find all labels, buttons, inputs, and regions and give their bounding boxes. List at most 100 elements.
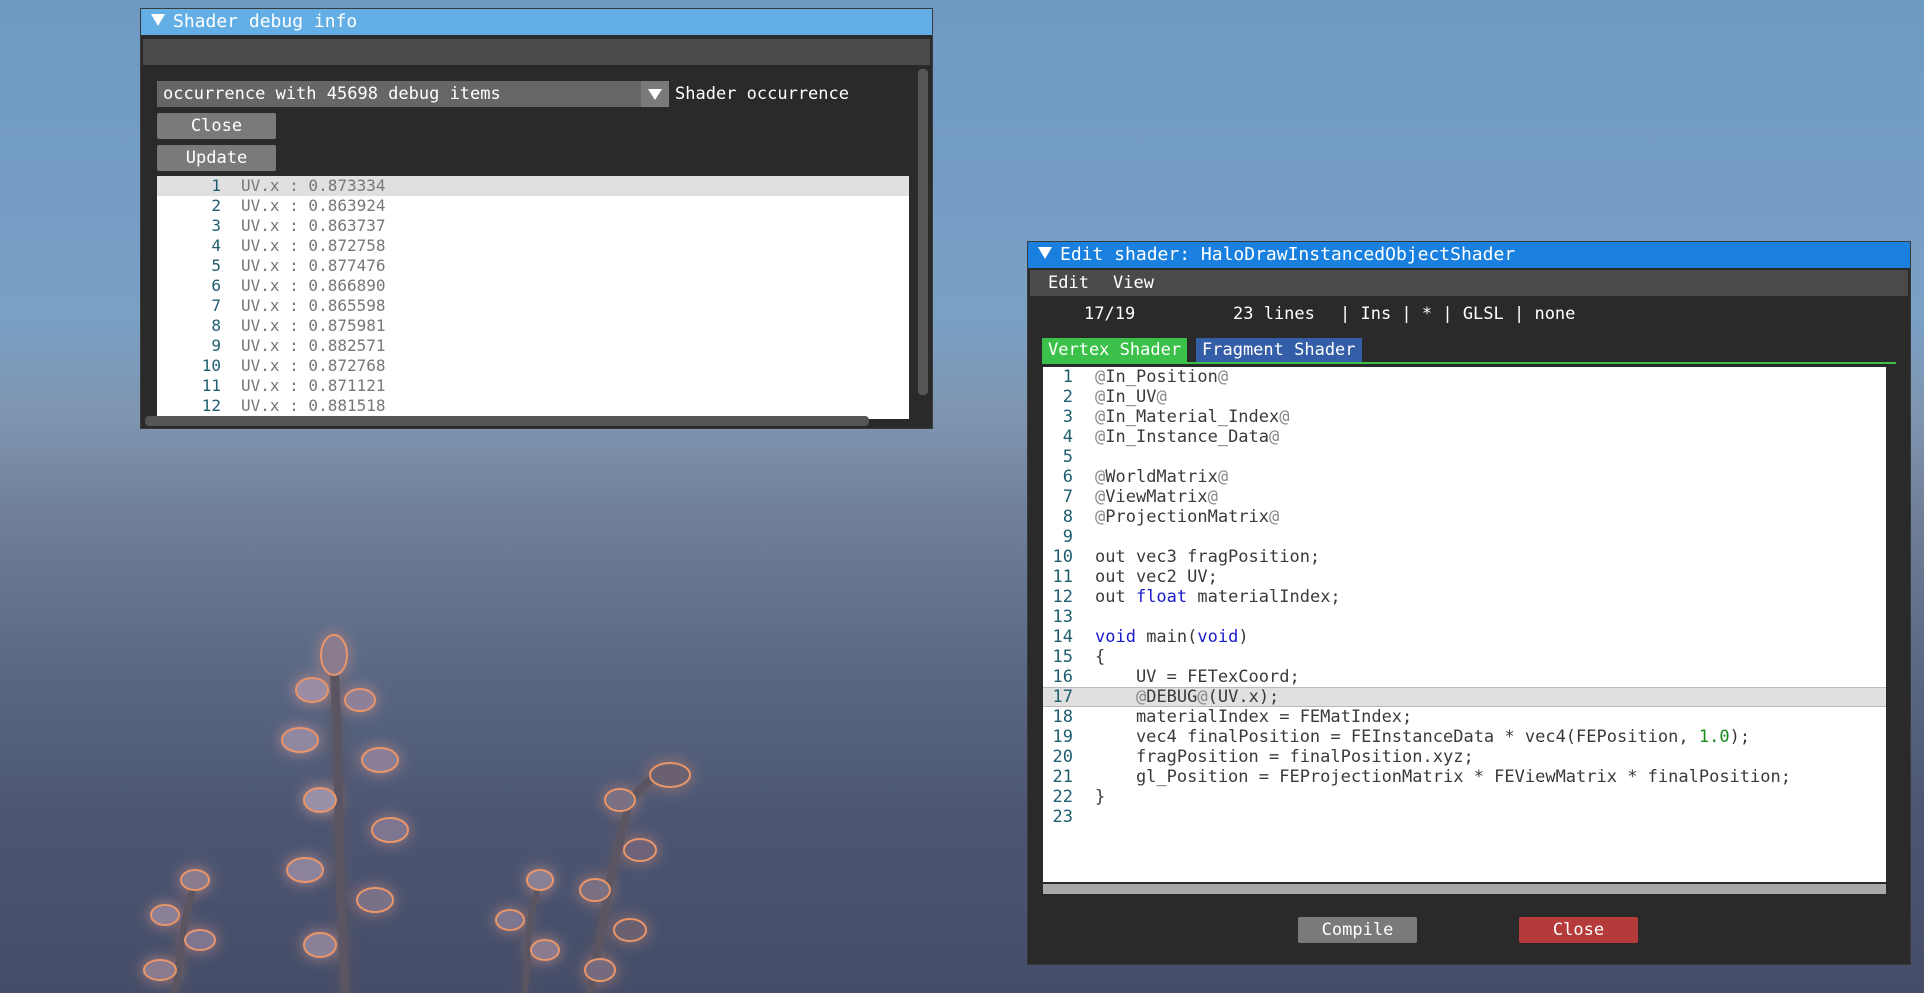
code-line[interactable]: 16 UV = FETexCoord;	[1043, 667, 1886, 687]
code-line[interactable]: 21 gl_Position = FEProjectionMatrix * FE…	[1043, 767, 1886, 787]
line-count: 23 lines	[1233, 304, 1315, 324]
code-line[interactable]: 2 @In_UV@	[1043, 387, 1886, 407]
code-text: @WorldMatrix@	[1095, 467, 1229, 487]
vertical-scrollbar[interactable]	[918, 69, 928, 395]
code-line[interactable]: 10 out vec3 fragPosition;	[1043, 547, 1886, 567]
code-text: @In_UV@	[1095, 387, 1167, 407]
line-number: 23	[1052, 807, 1073, 827]
line-number: 20	[1052, 747, 1073, 767]
tab-fragment-shader[interactable]: Fragment Shader	[1196, 338, 1362, 362]
code-line[interactable]: 18 materialIndex = FEMatIndex;	[1043, 707, 1886, 727]
code-line[interactable]: 6 @WorldMatrix@	[1043, 467, 1886, 487]
line-number: 19	[1052, 727, 1073, 747]
list-item[interactable]: 11 UV.x : 0.871121	[157, 376, 909, 396]
editor-mode-status: | Ins | * | GLSL | none	[1340, 304, 1576, 324]
code-line[interactable]: 9	[1043, 527, 1886, 547]
line-number: 13	[1052, 607, 1073, 627]
list-item[interactable]: 8 UV.x : 0.875981	[157, 316, 909, 336]
compile-button[interactable]: Compile	[1298, 917, 1417, 943]
code-text: }	[1095, 787, 1106, 807]
code-line[interactable]: 14 void main(void)	[1043, 627, 1886, 647]
line-number: 6	[1062, 467, 1073, 487]
line-number: 12	[1052, 587, 1073, 607]
list-item[interactable]: 4 UV.x : 0.872758	[157, 236, 909, 256]
code-text: out vec2 UV;	[1095, 567, 1218, 587]
editor-window-title: Edit shader: HaloDrawInstancedObjectShad…	[1060, 244, 1516, 265]
shader-debug-window: Shader debug info occurrence with 45698 …	[141, 9, 932, 428]
update-button[interactable]: Update	[157, 145, 276, 171]
code-line[interactable]: 11 out vec2 UV;	[1043, 567, 1886, 587]
line-number: 14	[1052, 627, 1073, 647]
code-text: materialIndex = FEMatIndex;	[1095, 707, 1413, 727]
debug-window-title: Shader debug info	[173, 11, 358, 32]
code-line[interactable]: 13	[1043, 607, 1886, 627]
collapse-triangle-icon[interactable]	[151, 14, 165, 26]
code-editor[interactable]: 1 @In_Position@ 2 @In_UV@ 3 @In_Material_Inde…	[1043, 367, 1886, 882]
line-number: 10	[1052, 547, 1073, 567]
code-text: void main(void)	[1095, 627, 1249, 647]
code-text: out vec3 fragPosition;	[1095, 547, 1321, 567]
code-line[interactable]: 3 @In_Material_Index@	[1043, 407, 1886, 427]
code-line[interactable]: 12 out float materialIndex;	[1043, 587, 1886, 607]
line-number: 18	[1052, 707, 1073, 727]
code-text: vec4 finalPosition = FEInstanceData * ve…	[1095, 727, 1751, 747]
line-number: 8	[1062, 507, 1073, 527]
close-button[interactable]: Close	[157, 113, 276, 139]
code-line[interactable]: 19 vec4 finalPosition = FEInstanceData *…	[1043, 727, 1886, 747]
horizontal-scrollbar[interactable]	[145, 416, 869, 426]
code-line[interactable]: 8 @ProjectionMatrix@	[1043, 507, 1886, 527]
line-number: 5	[1062, 447, 1073, 467]
code-text: @In_Material_Index@	[1095, 407, 1290, 427]
code-line[interactable]: 22}	[1043, 787, 1886, 807]
edit-shader-window: Edit shader: HaloDrawInstancedObjectShad…	[1028, 242, 1910, 964]
code-line[interactable]: 17 @DEBUG@(UV.x);	[1043, 687, 1886, 707]
editor-window-titlebar[interactable]: Edit shader: HaloDrawInstancedObjectShad…	[1028, 242, 1910, 268]
code-text: out float materialIndex;	[1095, 587, 1341, 607]
code-text: @In_Instance_Data@	[1095, 427, 1280, 447]
code-line[interactable]: 20 fragPosition = finalPosition.xyz;	[1043, 747, 1886, 767]
collapse-triangle-icon[interactable]	[1038, 247, 1052, 259]
tab-vertex-shader[interactable]: Vertex Shader	[1042, 338, 1188, 362]
cursor-position: 17/19	[1084, 304, 1136, 324]
close-editor-button[interactable]: Close	[1519, 917, 1638, 943]
menu-view[interactable]: View	[1113, 270, 1154, 296]
list-item[interactable]: 3 UV.x : 0.863737	[157, 216, 909, 236]
code-text: @ProjectionMatrix@	[1095, 507, 1280, 527]
line-number: 2	[1062, 387, 1073, 407]
chevron-down-icon	[648, 89, 662, 100]
occurrence-select[interactable]: occurrence with 45698 debug items	[157, 81, 669, 107]
debug-window-titlebar[interactable]: Shader debug info	[141, 9, 932, 35]
menu-bar: Edit View	[1030, 270, 1908, 296]
list-item[interactable]: 5 UV.x : 0.877476	[157, 256, 909, 276]
list-item[interactable]: 9 UV.x : 0.882571	[157, 336, 909, 356]
code-horizontal-scrollbar[interactable]	[1043, 884, 1886, 894]
code-text: UV = FETexCoord;	[1095, 667, 1300, 687]
list-item[interactable]: 1 UV.x : 0.873334	[157, 176, 909, 196]
code-text: {	[1095, 647, 1106, 667]
line-number: 15	[1052, 647, 1073, 667]
code-line[interactable]: 5	[1043, 447, 1886, 467]
debug-window-toolbar	[143, 39, 930, 65]
line-number: 11	[1052, 567, 1073, 587]
code-line[interactable]: 7 @ViewMatrix@	[1043, 487, 1886, 507]
code-text: @ViewMatrix@	[1095, 487, 1218, 507]
code-line[interactable]: 1 @In_Position@	[1043, 367, 1886, 387]
line-number: 9	[1062, 527, 1073, 547]
line-number: 22	[1052, 787, 1073, 807]
list-item[interactable]: 2 UV.x : 0.863924	[157, 196, 909, 216]
list-item[interactable]: 12 UV.x : 0.881518	[157, 396, 909, 416]
debug-items-list[interactable]: 1 UV.x : 0.873334 2 UV.x : 0.863924 3 UV.x …	[157, 176, 909, 419]
list-item[interactable]: 10 UV.x : 0.872768	[157, 356, 909, 376]
line-number: 17	[1052, 687, 1073, 707]
code-line[interactable]: 15 {	[1043, 647, 1886, 667]
menu-edit[interactable]: Edit	[1048, 270, 1089, 296]
occurrence-dropdown-button[interactable]	[641, 81, 669, 107]
line-number: 4	[1062, 427, 1073, 447]
line-number: 7	[1062, 487, 1073, 507]
code-line[interactable]: 4 @In_Instance_Data@	[1043, 427, 1886, 447]
list-item[interactable]: 7 UV.x : 0.865598	[157, 296, 909, 316]
list-item[interactable]: 6 UV.x : 0.866890	[157, 276, 909, 296]
tab-underline	[1042, 362, 1896, 364]
code-line[interactable]: 23	[1043, 807, 1886, 827]
code-text: fragPosition = finalPosition.xyz;	[1095, 747, 1474, 767]
